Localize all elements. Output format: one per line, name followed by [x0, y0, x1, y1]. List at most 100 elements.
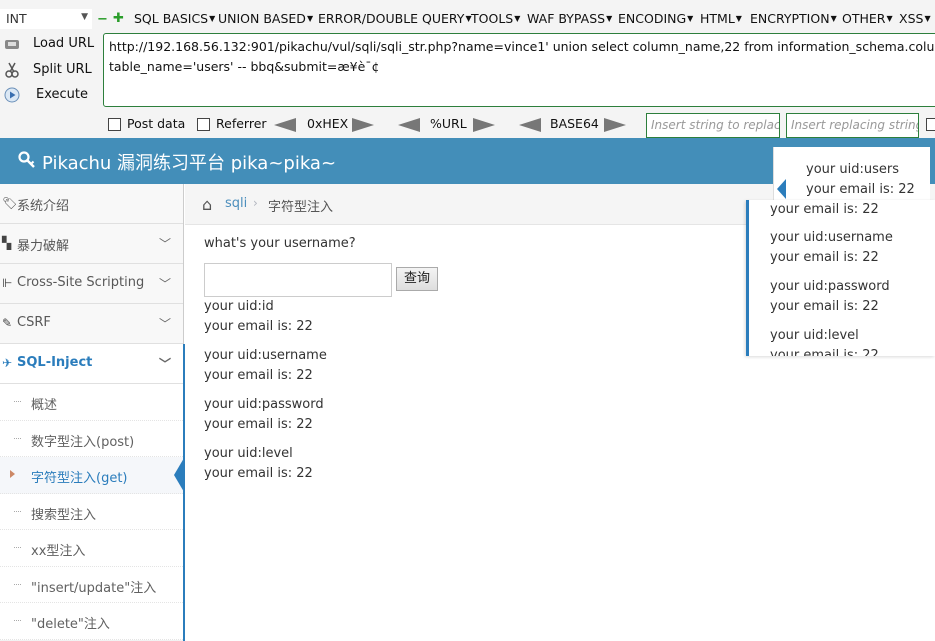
breadcrumb-separator-icon: ›	[253, 196, 258, 210]
menu-sql-basics[interactable]: SQL BASICS▼	[134, 11, 215, 26]
url-encode-label: %URL	[430, 116, 467, 131]
url-encode-arrow-icon[interactable]	[473, 118, 495, 132]
hex-label: 0xHEX	[307, 116, 348, 131]
hackbar-menu: SQL BASICS▼ UNION BASED▼ ERROR/DOUBLE QU…	[0, 8, 935, 30]
hex-encode-arrow-icon[interactable]	[352, 118, 374, 132]
popup-line: your email is: 22	[770, 297, 879, 317]
sidebar-subitem-delete[interactable]: "delete"注入	[0, 603, 183, 640]
tree-line	[14, 547, 21, 548]
load-url-icon	[4, 36, 20, 52]
tree-line	[14, 584, 21, 585]
menu-other[interactable]: OTHER▼	[842, 11, 893, 26]
sidebar: 🏷 系统介绍 ▚ 暴力破解 ﹀ ⊩ Cross-Site Scripting ﹀…	[0, 184, 184, 641]
chevron-down-icon: ﹀	[159, 315, 171, 332]
sidebar-subitem-numeric-post[interactable]: 数字型注入(post)	[0, 421, 183, 458]
popup-uid: your uid:users	[806, 160, 899, 180]
sidebar-subitem-search[interactable]: 搜索型注入	[0, 494, 183, 531]
popup-line: your email is: 22	[770, 248, 879, 268]
post-data-checkbox[interactable]	[108, 118, 121, 131]
popup-pointer-icon	[777, 179, 786, 199]
referrer-checkbox[interactable]	[197, 118, 210, 131]
referrer-label: Referrer	[216, 116, 267, 131]
menu-html[interactable]: HTML▼	[700, 11, 742, 26]
sidebar-item-sql-inject[interactable]: ✈ SQL-Inject ﹀	[0, 344, 183, 384]
popup-line: your uid:username	[770, 228, 893, 248]
split-url-button[interactable]: Split URL	[4, 60, 99, 82]
menu-xss[interactable]: XSS▼	[899, 11, 931, 26]
menu-encoding[interactable]: ENCODING▼	[618, 11, 693, 26]
insert-string-input[interactable]: Insert string to replace	[646, 113, 780, 138]
sidebar-subitem-insert-update[interactable]: "insert/update"注入	[0, 567, 183, 604]
chevron-down-icon: ﹀	[159, 235, 171, 252]
base64-label: BASE64	[550, 116, 599, 131]
result-email: your email is: 22	[204, 366, 327, 386]
menu-tools[interactable]: TOOLS▼	[471, 11, 520, 26]
result-item: your uid:level your email is: 22	[204, 444, 313, 484]
hex-decode-arrow-icon[interactable]	[274, 118, 296, 132]
tree-line	[14, 620, 21, 621]
result-email: your email is: 22	[204, 415, 324, 435]
plane-icon: ✈	[2, 356, 16, 370]
tags-icon: 🏷	[2, 196, 16, 210]
hackbar-toolbar: INT ▼ − ✚ SQL BASICS▼ UNION BASED▼ ERROR…	[0, 0, 935, 138]
popup-line: your email is: 22	[770, 346, 879, 356]
username-question: what's your username?	[204, 236, 356, 251]
replace-checkbox[interactable]	[926, 118, 935, 131]
breadcrumb-sqli-link[interactable]: sqli	[225, 196, 247, 211]
lock-icon: ▚	[2, 236, 16, 250]
result-item: your uid:password your email is: 22	[204, 395, 324, 435]
sidebar-subitem-xx[interactable]: xx型注入	[0, 530, 183, 567]
overlay-popup: your email is: 22 your uid:username your…	[746, 200, 935, 356]
base64-decode-arrow-icon[interactable]	[519, 118, 541, 132]
tree-line	[14, 511, 21, 512]
url-textarea[interactable]: http://192.168.56.132:901/pikachu/vul/sq…	[103, 33, 935, 107]
home-icon[interactable]: ⌂	[202, 195, 212, 214]
result-uid: your uid:password	[204, 395, 324, 415]
submit-button[interactable]: 查询	[396, 267, 438, 291]
result-item: your uid:username your email is: 22	[204, 346, 327, 386]
result-email: your email is: 22	[204, 317, 313, 337]
hackbar-options: Post data Referrer 0xHEX %URL BASE64 Ins…	[0, 113, 935, 137]
result-email: your email is: 22	[204, 464, 313, 484]
popup-line: your uid:password	[770, 277, 890, 297]
sidebar-item-csrf[interactable]: ✎ CSRF ﹀	[0, 304, 183, 344]
result-uid: your uid:id	[204, 297, 313, 317]
sidebar-subitem-overview[interactable]: 概述	[0, 384, 183, 421]
url-line-1: http://192.168.56.132:901/pikachu/vul/sq…	[109, 37, 935, 57]
sidebar-item-intro[interactable]: 🏷 系统介绍	[0, 184, 183, 224]
tree-line	[14, 438, 21, 439]
url-decode-arrow-icon[interactable]	[398, 118, 420, 132]
sidebar-subitem-string-get[interactable]: 字符型注入(get)	[0, 457, 183, 494]
chevron-down-icon: ﹀	[159, 275, 171, 292]
menu-waf-bypass[interactable]: WAF BYPASS▼	[527, 11, 612, 26]
base64-encode-arrow-icon[interactable]	[604, 118, 626, 132]
app-title[interactable]: Pikachu 漏洞练习平台 pika~pika~	[18, 149, 336, 175]
overlay-popup-top: your uid:users your email is: 22	[773, 147, 930, 202]
key-icon	[18, 151, 36, 169]
post-data-label: Post data	[127, 116, 185, 131]
list-tree-icon: ⊩	[2, 276, 16, 290]
popup-line: your email is: 22	[770, 200, 879, 220]
sidebar-item-brute-force[interactable]: ▚ 暴力破解 ﹀	[0, 224, 183, 264]
load-url-button[interactable]: Load URL	[4, 34, 99, 56]
play-icon	[4, 87, 20, 103]
tree-line	[14, 401, 21, 402]
popup-line: your uid:level	[770, 326, 859, 346]
popup-email: your email is: 22	[806, 180, 915, 200]
menu-union-based[interactable]: UNION BASED▼	[218, 11, 313, 26]
result-item: your uid:id your email is: 22	[204, 297, 313, 337]
edit-icon: ✎	[2, 316, 16, 330]
scissors-icon	[4, 62, 20, 78]
result-uid: your uid:username	[204, 346, 327, 366]
replacing-string-input[interactable]: Insert replacing string	[786, 113, 919, 138]
chevron-down-icon: ﹀	[159, 355, 171, 372]
breadcrumb-current: 字符型注入	[268, 196, 333, 215]
current-marker-icon	[10, 470, 15, 478]
menu-error-double-query[interactable]: ERROR/DOUBLE QUERY▼	[318, 11, 472, 26]
execute-button[interactable]: Execute	[4, 85, 99, 107]
sidebar-item-xss[interactable]: ⊩ Cross-Site Scripting ﹀	[0, 264, 183, 304]
result-uid: your uid:level	[204, 444, 313, 464]
url-line-2: table_name='users' -- bbq&submit=æ¥è¯¢	[109, 57, 935, 77]
username-input[interactable]	[204, 263, 392, 297]
menu-encryption[interactable]: ENCRYPTION▼	[750, 11, 837, 26]
